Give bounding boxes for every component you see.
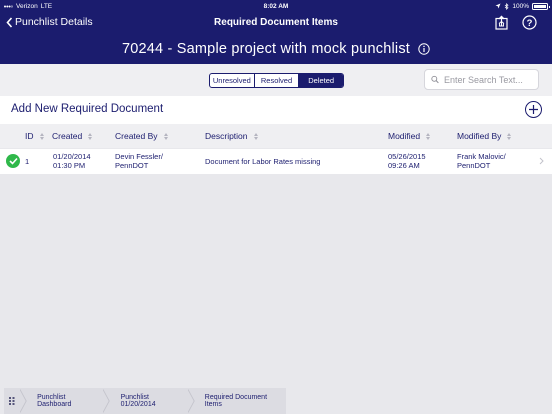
- modified-date: 05/26/2015: [388, 152, 426, 161]
- row-id: 1: [25, 157, 30, 166]
- back-button[interactable]: Punchlist Details: [6, 16, 93, 28]
- sort-icon: [507, 132, 512, 140]
- help-button[interactable]: ?: [521, 14, 537, 31]
- breadcrumb-item[interactable]: Punchlist Dashboard: [27, 388, 103, 414]
- column-label: Description: [205, 131, 248, 141]
- breadcrumb-separator-icon: [103, 389, 111, 413]
- filter-resolved-tab[interactable]: Resolved: [255, 74, 300, 87]
- export-button[interactable]: [493, 14, 509, 31]
- add-document-bar: Add New Required Document: [0, 96, 552, 124]
- row-description: Document for Labor Rates missing: [205, 157, 321, 166]
- carrier-label: Verizon: [16, 2, 38, 10]
- table-header: ID Created Created By Description Modifi…: [0, 124, 552, 148]
- plus-icon: [529, 105, 538, 114]
- project-header: 70244 - Sample project with mock punchli…: [0, 34, 552, 64]
- table-row[interactable]: 1 01/20/2014 01:30 PM Devin Fessler/ Pen…: [0, 149, 552, 174]
- breadcrumb: Punchlist Dashboard Punchlist 01/20/2014…: [4, 388, 286, 414]
- modified-time: 09:26 AM: [388, 161, 420, 170]
- created-by-name: Devin Fessler/: [115, 152, 163, 161]
- breadcrumb-item[interactable]: Punchlist 01/20/2014: [111, 388, 188, 414]
- modified-by-org: PennDOT: [457, 161, 491, 170]
- signal-icon: [4, 5, 13, 8]
- search-input[interactable]: [444, 74, 532, 85]
- footer: Punchlist Dashboard Punchlist 01/20/2014…: [0, 388, 552, 414]
- nav-bar: Punchlist Details Required Document Item…: [0, 12, 552, 34]
- row-modified: 05/26/2015 09:26 AM: [388, 152, 426, 170]
- column-header-description[interactable]: Description: [205, 131, 258, 141]
- row-modified-by: Frank Malovic/ PennDOT: [457, 152, 506, 170]
- search-box: [424, 69, 539, 90]
- breadcrumb-current: Required Document Items: [204, 394, 268, 408]
- column-label: ID: [25, 131, 34, 141]
- row-created: 01/20/2014 01:30 PM: [53, 152, 91, 170]
- add-document-button[interactable]: [525, 101, 542, 118]
- project-title: 70244 - Sample project with mock punchli…: [121, 41, 411, 57]
- status-bar: Verizon LTE 8:02 AM 100%: [0, 0, 552, 12]
- check-icon: [6, 154, 20, 168]
- filter-unresolved-tab[interactable]: Unresolved: [210, 74, 255, 87]
- chevron-left-icon: [6, 16, 13, 28]
- network-label: LTE: [40, 2, 53, 10]
- column-label: Created: [52, 131, 83, 141]
- grid-icon: [8, 397, 15, 405]
- sort-icon: [39, 132, 44, 140]
- search-icon: [431, 75, 439, 84]
- filter-toolbar: Unresolved Resolved Deleted: [0, 64, 552, 96]
- column-header-modified-by[interactable]: Modified By: [457, 131, 512, 141]
- created-by-org: PennDOT: [115, 161, 149, 170]
- bluetooth-icon: [505, 2, 509, 10]
- sort-icon: [88, 132, 93, 140]
- breadcrumb-separator-icon: [19, 389, 27, 413]
- created-time: 01:30 PM: [53, 161, 86, 170]
- filter-deleted-tab[interactable]: Deleted: [299, 74, 343, 87]
- sort-icon: [253, 132, 258, 140]
- svg-text:?: ?: [526, 18, 532, 29]
- column-header-modified[interactable]: Modified: [388, 131, 431, 141]
- column-label: Created By: [115, 131, 158, 141]
- modified-by-name: Frank Malovic/: [457, 152, 506, 161]
- sort-icon: [163, 132, 168, 140]
- battery-percent: 100%: [512, 2, 529, 10]
- breadcrumb-separator-icon: [187, 389, 195, 413]
- add-document-label: Add New Required Document: [11, 103, 164, 115]
- export-icon: [494, 15, 508, 30]
- help-icon: ?: [521, 15, 537, 30]
- clock: 8:02 AM: [263, 2, 289, 10]
- row-created-by: Devin Fessler/ PennDOT: [115, 152, 163, 170]
- info-icon[interactable]: [418, 43, 430, 55]
- column-header-created-by[interactable]: Created By: [115, 131, 168, 141]
- column-header-created[interactable]: Created: [52, 131, 93, 141]
- battery-icon: [532, 2, 550, 10]
- grid-menu-button[interactable]: [4, 388, 20, 414]
- created-date: 01/20/2014: [53, 152, 91, 161]
- column-label: Modified By: [457, 131, 502, 141]
- status-filter: Unresolved Resolved Deleted: [209, 73, 344, 88]
- location-icon: [495, 3, 501, 9]
- sort-icon: [426, 132, 431, 140]
- column-label: Modified: [388, 131, 421, 141]
- column-header-id[interactable]: ID: [25, 131, 44, 141]
- back-label: Punchlist Details: [15, 16, 93, 28]
- chevron-right-icon: [539, 157, 544, 165]
